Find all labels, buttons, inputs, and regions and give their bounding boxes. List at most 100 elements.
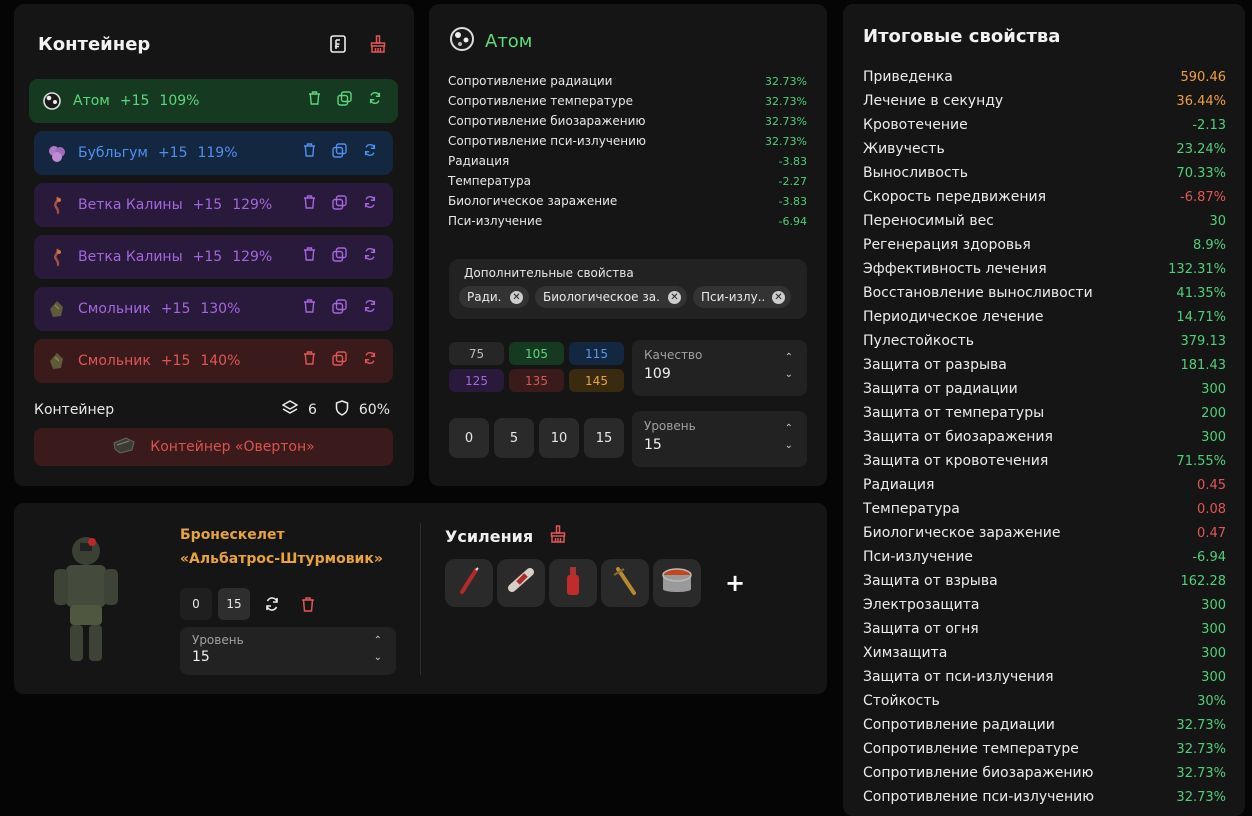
property-chip[interactable]: Биологическое за... ✕ [535, 286, 687, 308]
trash-icon[interactable] [303, 247, 316, 266]
total-value: 590.46 [1180, 69, 1227, 85]
chip-label: Ради... [467, 290, 502, 304]
artifact-row[interactable]: Ветка Калины +15 129% [34, 183, 393, 227]
price-list-icon[interactable] [328, 34, 348, 54]
artifact-row[interactable]: Смольник +15 130% [34, 287, 393, 331]
chip-label: Пси-излу... [701, 290, 764, 304]
total-label: Скорость передвижения [863, 189, 1046, 205]
total-label: Кровотечение [863, 117, 968, 133]
container-header-actions [328, 34, 388, 54]
chevron-down-icon[interactable]: ⌄ [785, 440, 793, 451]
refresh-icon[interactable] [363, 351, 377, 370]
close-icon[interactable]: ✕ [510, 290, 523, 304]
refresh-icon[interactable] [262, 594, 282, 614]
boost-slot[interactable] [497, 559, 545, 607]
total-label: Периодическое лечение [863, 309, 1044, 325]
trash-icon[interactable] [303, 195, 316, 214]
quality-preset-button[interactable]: 145 [569, 369, 624, 392]
quality-preset-button[interactable]: 75 [449, 342, 504, 365]
total-value: 0.45 [1197, 477, 1226, 493]
stat-value: 32.73% [765, 134, 807, 148]
armor-level-select[interactable]: Уровень 15 ⌃ ⌄ [180, 627, 396, 675]
artifact-row[interactable]: Ветка Калины +15 129% [34, 235, 393, 279]
add-boost-button[interactable]: + [725, 569, 745, 597]
artifact-percent: 130% [200, 301, 241, 317]
level-preset-button[interactable]: 5 [494, 418, 534, 458]
chevron-up-icon[interactable]: ⌃ [374, 635, 382, 646]
total-value: 41.35% [1176, 285, 1226, 301]
refresh-icon[interactable] [363, 143, 377, 162]
copy-icon[interactable] [337, 91, 352, 110]
level-preset-button[interactable]: 15 [584, 418, 624, 458]
chevron-up-icon[interactable]: ⌃ [785, 423, 793, 434]
armor-level-15-button[interactable]: 15 [218, 588, 250, 620]
boost-slot[interactable] [601, 559, 649, 607]
artifact-detail-panel: Атом Сопротивление радиации 32.73% Сопроти… [429, 4, 827, 486]
level-preset-button[interactable]: 0 [449, 418, 489, 458]
chevron-down-icon[interactable]: ⌄ [785, 369, 793, 380]
refresh-icon[interactable] [363, 247, 377, 266]
artifact-row[interactable]: Атом +15 109% [29, 79, 398, 123]
additional-properties: Дополнительные свойства Ради...✕Биологич… [449, 259, 807, 319]
chevron-down-icon[interactable]: ⌄ [374, 652, 382, 663]
quality-preset-button[interactable]: 115 [569, 342, 624, 365]
total-label: Защита от огня [863, 621, 979, 637]
layers-icon [281, 400, 299, 420]
total-value: 8.9% [1192, 237, 1226, 253]
artifact-row[interactable]: Смольник +15 140% [34, 339, 393, 383]
total-value: 162.28 [1180, 573, 1227, 589]
close-icon[interactable]: ✕ [668, 290, 681, 304]
total-row: Сопротивление биозаражению 32.73% [863, 761, 1226, 785]
level-value: 15 [644, 437, 662, 453]
refresh-icon[interactable] [368, 91, 382, 110]
clear-broom-icon[interactable] [368, 34, 388, 54]
property-chip[interactable]: Ради... ✕ [459, 286, 529, 308]
stat-row: Сопротивление радиации 32.73% [448, 71, 807, 91]
copy-icon[interactable] [332, 143, 347, 162]
injector-icon [504, 566, 538, 600]
boost-slot[interactable] [549, 559, 597, 607]
total-value: 300 [1201, 381, 1226, 397]
armor-level-0-button[interactable]: 0 [180, 588, 212, 620]
trash-icon[interactable] [308, 91, 321, 110]
total-label: Сопротивление пси-излучению [863, 789, 1095, 805]
trash-icon[interactable] [303, 351, 316, 370]
armor-panel: Бронескелет «Альбатрос-Штурмовик» 0 15 У… [14, 503, 827, 694]
stat-row: Сопротивление пси-излучению 32.73% [448, 131, 807, 151]
level-preset-button[interactable]: 10 [539, 418, 579, 458]
stat-label: Сопротивление пси-излучению [448, 134, 647, 148]
quality-preset-button[interactable]: 135 [509, 369, 564, 392]
total-value: -6.87% [1180, 189, 1226, 205]
container-select-button[interactable]: Контейнер «Овертон» [34, 428, 393, 466]
chevron-up-icon[interactable]: ⌃ [785, 352, 793, 363]
total-row: Сопротивление пси-излучению 32.73% [863, 785, 1226, 809]
total-row: Защита от температуры 200 [863, 401, 1226, 425]
total-row: Кровотечение -2.13 [863, 113, 1226, 137]
trash-icon[interactable] [303, 143, 316, 162]
boost-slot[interactable] [445, 559, 493, 607]
total-row: Скорость передвижения -6.87% [863, 185, 1226, 209]
total-row: Защита от взрыва 162.28 [863, 569, 1226, 593]
property-chip[interactable]: Пси-излу... ✕ [693, 286, 791, 308]
refresh-icon[interactable] [363, 195, 377, 214]
stat-value: 32.73% [765, 94, 807, 108]
refresh-icon[interactable] [363, 299, 377, 318]
boost-slot[interactable] [653, 559, 701, 607]
quality-select[interactable]: Качество 109 ⌃ ⌄ [632, 340, 807, 396]
container-summary-label: Контейнер [34, 402, 115, 418]
level-select[interactable]: Уровень 15 ⌃ ⌄ [632, 411, 807, 467]
quality-preset-button[interactable]: 125 [449, 369, 504, 392]
clear-broom-icon[interactable] [549, 525, 567, 547]
copy-icon[interactable] [332, 195, 347, 214]
pot-icon [659, 565, 695, 601]
copy-icon[interactable] [332, 299, 347, 318]
total-value: 0.47 [1197, 525, 1226, 541]
copy-icon[interactable] [332, 351, 347, 370]
trash-icon[interactable] [298, 594, 318, 614]
copy-icon[interactable] [332, 247, 347, 266]
quality-preset-button[interactable]: 105 [509, 342, 564, 365]
total-label: Живучесть [863, 141, 945, 157]
trash-icon[interactable] [303, 299, 316, 318]
artifact-row[interactable]: Бубльгум +15 119% [34, 131, 393, 175]
close-icon[interactable]: ✕ [772, 290, 785, 304]
